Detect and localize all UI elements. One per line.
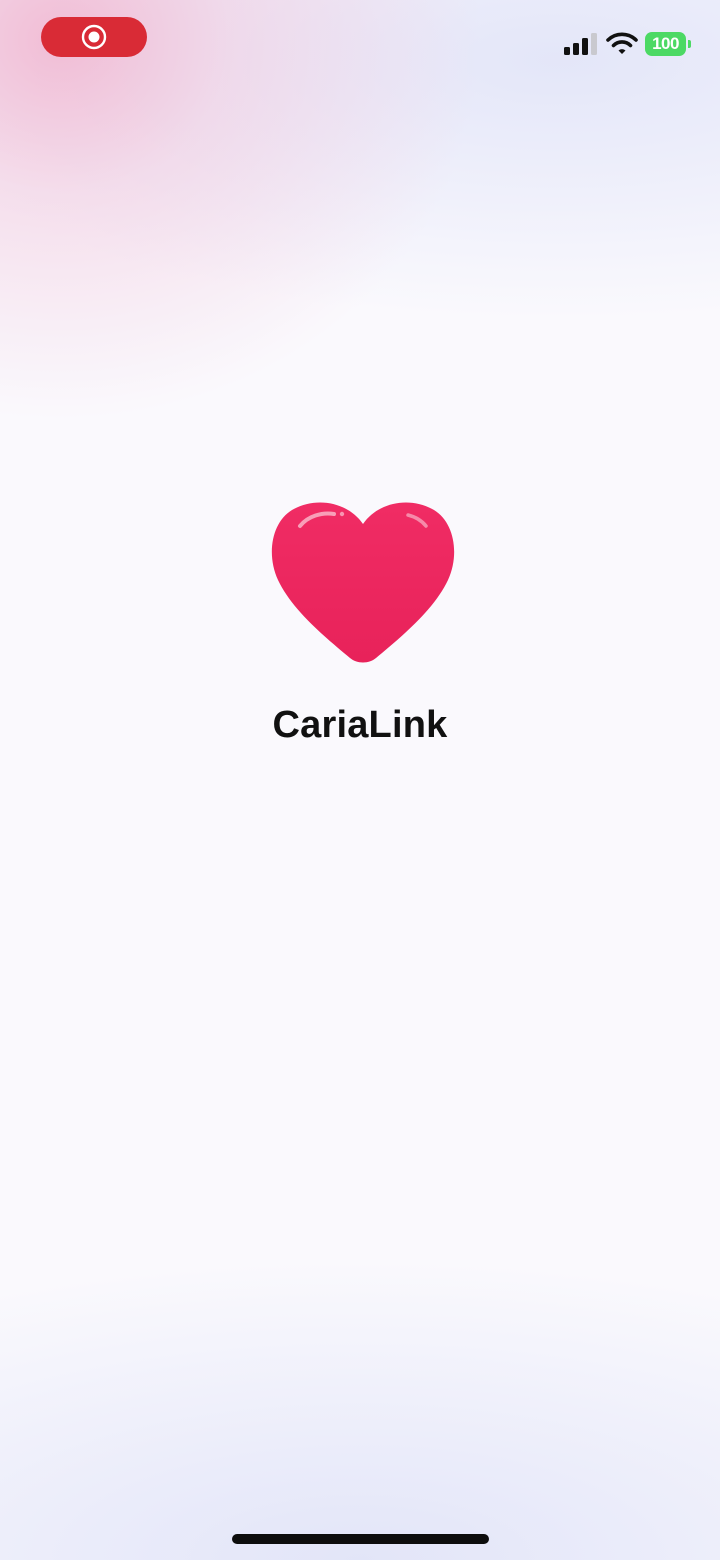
battery-indicator: 100 (645, 32, 691, 56)
background (0, 0, 720, 1560)
wifi-icon (606, 32, 638, 54)
record-icon (81, 24, 107, 50)
battery-cap (688, 40, 691, 48)
battery-level: 100 (645, 32, 686, 56)
home-indicator[interactable] (232, 1534, 489, 1544)
status-bar: 100 (0, 0, 720, 80)
heart-icon (271, 502, 455, 663)
app-name: CariaLink (272, 704, 448, 746)
cellular-signal-icon (564, 33, 597, 55)
screen-recording-indicator[interactable] (41, 17, 147, 57)
